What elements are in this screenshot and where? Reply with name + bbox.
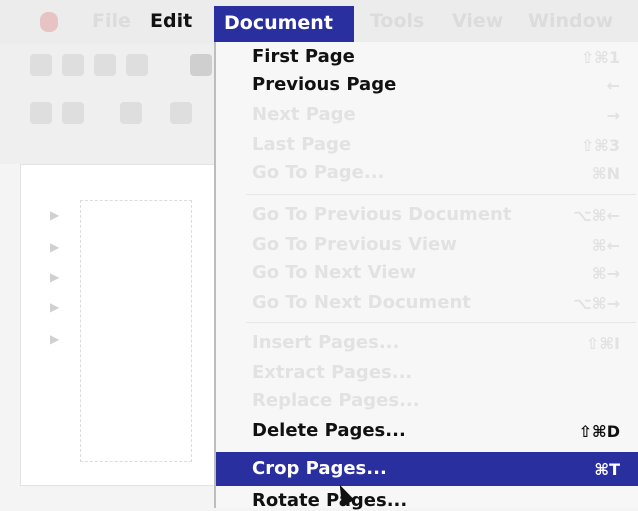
disclosure-triangle-icon[interactable]: ▶: [50, 240, 59, 254]
menu-item-last-page[interactable]: Last Page: [252, 134, 351, 155]
menu-separator: [246, 194, 636, 195]
menu-window[interactable]: Window: [528, 10, 613, 32]
text-select-icon[interactable]: [120, 102, 142, 124]
disclosure-triangle-icon[interactable]: ▶: [50, 332, 59, 346]
menu-bar: File Edit Document Tools View Window: [0, 0, 638, 45]
shortcut-crop-pages: ⌘T: [594, 460, 620, 479]
shortcut-go-to-next-view: ⌘→: [591, 264, 620, 283]
menu-item-extract-pages[interactable]: Extract Pages...: [252, 362, 412, 383]
menu-item-replace-pages[interactable]: Replace Pages...: [252, 390, 420, 411]
disclosure-triangle-icon[interactable]: ▶: [50, 270, 59, 284]
open-icon[interactable]: [30, 54, 52, 76]
shortcut-next-page: →: [606, 106, 620, 125]
shortcut-insert-pages: ⇧⌘I: [585, 334, 620, 353]
menu-edit[interactable]: Edit: [150, 10, 192, 32]
disclosure-triangle-icon[interactable]: ▶: [50, 208, 59, 222]
menu-item-insert-pages[interactable]: Insert Pages...: [252, 332, 399, 353]
shortcut-last-page: ⇧⌘3: [580, 136, 620, 155]
apple-menu-icon[interactable]: [40, 12, 58, 32]
document-menu-dropdown: First Page ⇧⌘1 Previous Page ← Next Page…: [214, 42, 638, 511]
shortcut-go-to-previous-document: ⌥⌘←: [573, 206, 620, 225]
shortcut-go-to-previous-view: ⌘←: [591, 236, 620, 255]
shortcut-delete-pages: ⇧⌘D: [578, 422, 620, 441]
menu-document[interactable]: Document: [214, 6, 354, 42]
shortcut-previous-page: ←: [606, 76, 620, 95]
toolbar-area: [0, 44, 214, 164]
print-icon[interactable]: [62, 54, 84, 76]
menu-item-go-to-next-view[interactable]: Go To Next View: [252, 262, 416, 283]
disclosure-triangle-icon[interactable]: ▶: [50, 300, 59, 314]
page-outline: [80, 200, 192, 462]
menu-tools[interactable]: Tools: [370, 10, 424, 32]
menu-file[interactable]: File: [92, 10, 131, 32]
menu-document-label: Document: [224, 12, 333, 34]
menu-item-first-page[interactable]: First Page: [252, 46, 355, 67]
shortcut-go-to-next-document: ⌥⌘→: [573, 294, 620, 313]
zoom-tool-icon[interactable]: [62, 102, 84, 124]
menu-item-go-to-next-document[interactable]: Go To Next Document: [252, 292, 471, 313]
email-icon[interactable]: [126, 54, 148, 76]
shortcut-go-to-page: ⌘N: [591, 164, 620, 183]
shortcut-first-page: ⇧⌘1: [580, 48, 620, 67]
save-icon[interactable]: [94, 54, 116, 76]
menu-item-crop-pages-highlighted[interactable]: Crop Pages... ⌘T: [216, 452, 638, 486]
menu-item-next-page[interactable]: Next Page: [252, 104, 356, 125]
graphics-select-icon[interactable]: [170, 102, 192, 124]
menu-separator: [246, 322, 636, 323]
menu-item-previous-page[interactable]: Previous Page: [252, 74, 396, 95]
menu-item-crop-pages[interactable]: Crop Pages...: [252, 458, 387, 479]
menu-view[interactable]: View: [452, 10, 503, 32]
menu-item-go-to-page[interactable]: Go To Page...: [252, 162, 384, 183]
menu-item-go-to-previous-document[interactable]: Go To Previous Document: [252, 204, 511, 225]
menu-item-delete-pages[interactable]: Delete Pages...: [252, 420, 406, 441]
copy-icon[interactable]: [190, 54, 212, 76]
menu-item-go-to-previous-view[interactable]: Go To Previous View: [252, 234, 457, 255]
hand-tool-icon[interactable]: [30, 102, 52, 124]
